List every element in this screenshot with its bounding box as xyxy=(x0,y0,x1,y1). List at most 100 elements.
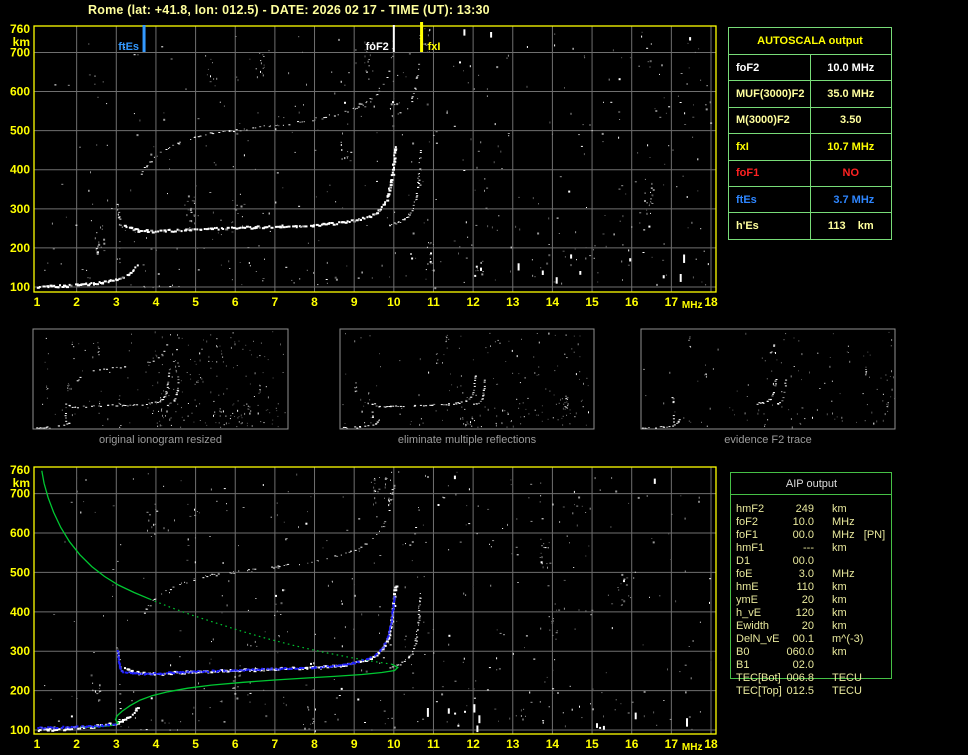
autoscala-output-table: AUTOSCALA output foF2 10.0 MHz MUF(3000)F2… xyxy=(728,27,892,240)
aip-param-value: 120 xyxy=(795,607,814,619)
aip-row-delnve: DelN_vE 00.1 m^(-3) xyxy=(730,633,893,646)
thumb-second-hop-trace xyxy=(76,344,169,382)
aip-param-value: 02.0 xyxy=(792,659,814,671)
aip-param-unit: km xyxy=(832,594,847,606)
autoscala-param-label: foF2 xyxy=(728,53,811,82)
aip-row-hmf1: hmF1 --- km xyxy=(730,542,893,555)
x-tick-label: 17 xyxy=(665,295,679,309)
x-tick-label: 15 xyxy=(585,295,599,309)
profile-ionogram: 1 2 3 4 5 6 7 8 9 10 11 12 13 14 15 16 17 18MHz7607006005… xyxy=(10,463,718,753)
autoscala-row-fof2: foF2 10.0 MHz xyxy=(728,53,892,82)
aip-param-value: 249 xyxy=(795,503,814,515)
x-tick-label: 12 xyxy=(466,737,480,751)
autoscala-param-value: 3.50 xyxy=(809,106,892,135)
thumbnail-panel-2 xyxy=(640,328,896,430)
x-axis-unit: MHz xyxy=(682,300,703,311)
aip-param-value: --- xyxy=(803,542,814,554)
second-hop-trace xyxy=(143,487,396,614)
aip-param-value: 20 xyxy=(801,620,814,632)
x-tick-label: 5 xyxy=(192,737,199,751)
autoscala-table-header: AUTOSCALA output xyxy=(728,27,892,55)
x-tick-label: 11 xyxy=(427,295,440,309)
caption-original-ionogram: original ionogram resized xyxy=(99,434,222,446)
aip-param-value: 006.8 xyxy=(786,672,814,684)
x-tick-label: 8 xyxy=(311,737,318,751)
autoscala-param-value: 113 km xyxy=(809,212,892,240)
y-tick-label: 600 xyxy=(10,85,30,99)
autoscala-param-label: ftEs xyxy=(728,185,811,214)
y-tick-label: 300 xyxy=(10,644,30,658)
second-hop-extraordinary xyxy=(409,507,420,546)
main-ionogram: ftEs foF2 fxI1 2 3 4 5 6 7 8 9 10 11 12 13 14 15 16 17 18MH… xyxy=(10,22,718,311)
x-tick-label: 10 xyxy=(387,737,401,751)
y-tick-label: 500 xyxy=(10,565,30,579)
thumb-Es-trace xyxy=(641,419,681,430)
thumb-F-trace-ordinary xyxy=(374,375,477,408)
y-axis-unit: km xyxy=(13,476,30,490)
aip-row-hve: h_vE 120 km xyxy=(730,607,893,620)
autoscala-param-value: 35.0 MHz xyxy=(809,80,892,108)
Es-trace xyxy=(36,264,139,289)
thumb-F-trace-extraordinary xyxy=(166,376,180,406)
F-trace-ordinary xyxy=(123,146,398,234)
thumbnail-panel-1 xyxy=(339,328,595,430)
aip-param-value: 060.0 xyxy=(786,646,814,658)
x-tick-label: 5 xyxy=(192,295,199,309)
aip-row-hmf2: hmF2 249 km xyxy=(730,503,893,516)
x-tick-label: 8 xyxy=(311,295,318,309)
aip-row-b0: B0 060.0 km xyxy=(730,646,893,659)
caption-evidence-f2-trace: evidence F2 trace xyxy=(724,434,812,446)
x-tick-label: 6 xyxy=(232,295,239,309)
aip-param-value: 00.1 xyxy=(792,633,814,645)
aip-param-value: 10.0 xyxy=(792,516,814,528)
y-tick-label: 100 xyxy=(10,723,30,737)
y-tick-label: 300 xyxy=(10,202,30,216)
F-spike xyxy=(116,203,123,228)
thumb-Es-vertical-streak xyxy=(64,413,68,422)
aip-param-unit: MHz [PN] xyxy=(832,529,886,541)
aip-param-unit: km xyxy=(832,581,847,593)
x-tick-label: 17 xyxy=(665,737,679,751)
x-tick-label: 4 xyxy=(153,295,160,309)
aip-param-unit: km xyxy=(832,620,847,632)
x-tick-label: 1 xyxy=(34,295,41,309)
thumb-Es-vertical-streak xyxy=(371,411,374,418)
caption-eliminate-reflections: eliminate multiple reflections xyxy=(397,434,537,446)
x-tick-label: 2 xyxy=(73,737,80,751)
annotation-label-fof2: foF2 xyxy=(366,41,389,53)
aip-param-unit: TECU xyxy=(832,685,862,697)
autoscala-param-label: foF1 xyxy=(728,159,811,187)
x-tick-label: 11 xyxy=(427,737,440,751)
E-trace-faint xyxy=(143,284,180,289)
aip-param-unit: km xyxy=(832,503,847,515)
aip-param-value: 00.0 xyxy=(792,529,814,541)
x-tick-label: 16 xyxy=(625,295,639,309)
autoscala-param-label: h'Es xyxy=(728,212,811,240)
aip-row-tectop: TEC[Top] 012.5 TECU xyxy=(730,685,893,698)
aip-param-unit: MHz xyxy=(832,568,855,580)
aip-row-fof2: foF2 10.0 MHz xyxy=(730,516,893,529)
autoscala-param-label: M(3000)F2 xyxy=(728,106,811,135)
x-tick-label: 18 xyxy=(704,737,718,751)
aip-param-unit: m^(-3) xyxy=(832,633,864,645)
second-hop-trace xyxy=(140,48,394,175)
thumb-Es-vertical-streak xyxy=(672,415,675,423)
aip-param-value: 3.0 xyxy=(798,568,814,580)
x-tick-label: 6 xyxy=(232,737,239,751)
aip-row-foe: foE 3.0 MHz xyxy=(730,568,893,581)
aip-row-hme: hmE 110 km xyxy=(730,581,893,594)
y-tick-label: 200 xyxy=(10,241,30,255)
autoscala-param-value: 3.7 MHz xyxy=(809,185,892,214)
Es-vertical-streak xyxy=(119,241,121,264)
x-tick-label: 9 xyxy=(351,295,358,309)
autoscala-param-label: MUF(3000)F2 xyxy=(728,80,811,108)
x-tick-label: 13 xyxy=(506,737,520,751)
y-tick-label: 600 xyxy=(10,526,30,540)
x-axis-unit: MHz xyxy=(682,742,703,753)
aip-param-unit: km xyxy=(832,646,847,658)
autoscala-row-m3000f2: M(3000)F2 3.50 xyxy=(728,106,892,135)
x-tick-label: 15 xyxy=(585,737,599,751)
y-tick-label: 400 xyxy=(10,605,30,619)
annotation-label-ftes: ftEs xyxy=(118,41,139,53)
aip-row-tecbot: TEC[Bot] 006.8 TECU xyxy=(730,672,893,685)
